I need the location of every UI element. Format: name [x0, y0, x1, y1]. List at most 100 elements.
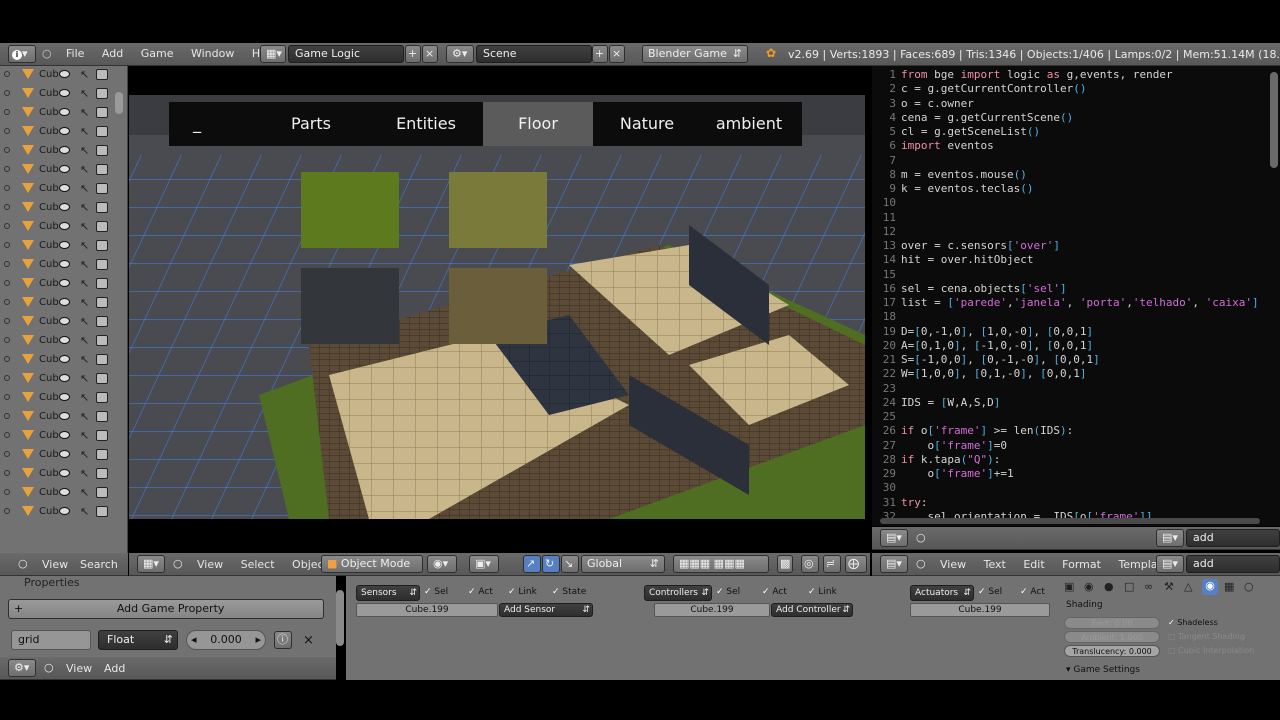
selectable-cursor-icon[interactable]: ↖ — [80, 467, 89, 480]
menu-search[interactable]: Search — [80, 558, 118, 571]
menu-view[interactable]: View — [42, 558, 68, 571]
sensors-dropdown[interactable]: Sensors ⇵ — [356, 585, 420, 601]
add-game-property-button[interactable]: + Add Game Property — [8, 599, 324, 619]
menu-game[interactable]: Game — [141, 47, 174, 60]
code-line[interactable]: o['frame']=0 — [901, 439, 1007, 452]
outliner-row[interactable]: Cub ↖ — [0, 199, 118, 218]
add-controller-dropdown[interactable]: Add Controller ⇵ — [771, 603, 853, 617]
visibility-eye-icon[interactable] — [59, 89, 70, 97]
visibility-eye-icon[interactable] — [59, 469, 70, 477]
render-camera-icon[interactable] — [96, 297, 108, 308]
code-line[interactable]: k = eventos.teclas() — [901, 182, 1033, 195]
collapse-icon[interactable]: ○ — [173, 557, 183, 570]
menu-view[interactable]: View — [940, 558, 966, 571]
menu-edit[interactable]: Edit — [1023, 558, 1044, 571]
editor-type-icon[interactable]: ⚙▾ — [8, 659, 36, 677]
actuators-act-checkbox[interactable]: ✓ Act — [1020, 587, 1045, 597]
controllers-sel-checkbox[interactable]: ✓ Sel — [716, 587, 740, 597]
outliner-row[interactable]: Cub ↖ — [0, 503, 118, 522]
editor-type-icon[interactable]: ▦▾ — [137, 555, 165, 573]
ambient-field[interactable]: Ambient: 1.000 — [1064, 631, 1160, 643]
selectable-cursor-icon[interactable]: ↖ — [80, 163, 89, 176]
add-screen-button[interactable]: + — [405, 45, 421, 63]
menu-file[interactable]: File — [66, 47, 84, 60]
render-camera-icon[interactable] — [96, 278, 108, 289]
shading-section-header[interactable]: Shading — [1066, 600, 1103, 610]
sensors-link-checkbox[interactable]: ✓ Link — [508, 587, 537, 597]
manipulator-rotate-icon[interactable]: ↻ — [542, 555, 560, 573]
shadeless-checkbox[interactable]: ✓ Shadeless — [1168, 618, 1218, 627]
layers-icon[interactable]: ▦▦▦ ▦▦▦ — [673, 555, 769, 573]
selectable-cursor-icon[interactable]: ↖ — [80, 182, 89, 195]
render-camera-icon[interactable] — [96, 259, 108, 270]
text-editor[interactable]: 1 from bge import logic as g,events, rend… — [872, 66, 1280, 526]
emit-field[interactable]: Emit: 0.00 — [1064, 617, 1160, 629]
actuators-object-field[interactable]: Cube.199 — [910, 603, 1050, 617]
code-line[interactable]: A=[0,1,0], [-1,0,-0], [0,0,1] — [901, 339, 1093, 352]
selectable-cursor-icon[interactable]: ↖ — [80, 125, 89, 138]
outliner-row[interactable]: Cub ↖ — [0, 408, 118, 427]
render-camera-icon[interactable] — [96, 316, 108, 327]
selectable-cursor-icon[interactable]: ↖ — [80, 429, 89, 442]
pivot-icon[interactable]: ▣▾ — [469, 555, 499, 573]
scene-icon[interactable]: ⚙▾ — [446, 45, 474, 63]
visibility-eye-icon[interactable] — [59, 70, 70, 78]
code-line[interactable]: sel = cena.objects['sel'] — [901, 282, 1067, 295]
outliner-row[interactable]: Cub ↖ — [0, 370, 118, 389]
selectable-cursor-icon[interactable]: ↖ — [80, 391, 89, 404]
sensors-act-checkbox[interactable]: ✓ Act — [468, 587, 493, 597]
code-line[interactable]: if k.tapa("Q"): — [901, 453, 1000, 466]
code-line[interactable]: o = c.owner — [901, 97, 974, 110]
sensors-object-field[interactable]: Cube.199 — [356, 603, 498, 617]
outliner-row[interactable]: Cub ↖ — [0, 465, 118, 484]
outliner-row[interactable]: Cub ↖ — [0, 351, 118, 370]
visibility-eye-icon[interactable] — [59, 165, 70, 173]
code-line[interactable]: try: — [901, 496, 928, 509]
selectable-cursor-icon[interactable]: ↖ — [80, 201, 89, 214]
collapse-icon[interactable]: ○ — [18, 557, 28, 570]
selectable-cursor-icon[interactable]: ↖ — [80, 372, 89, 385]
selectable-cursor-icon[interactable]: ↖ — [80, 448, 89, 461]
visibility-eye-icon[interactable] — [59, 412, 70, 420]
remove-property-icon[interactable]: × — [303, 633, 314, 648]
outliner-row[interactable]: Cub ↖ — [0, 142, 118, 161]
property-value-field[interactable]: ◂ 0.000 ▸ — [186, 630, 266, 650]
texture-grass-1[interactable] — [301, 172, 399, 248]
snap-target-icon[interactable]: ⨁ — [845, 555, 867, 573]
visibility-eye-icon[interactable] — [59, 108, 70, 116]
property-info-icon[interactable]: ⓘ — [274, 631, 292, 649]
render-camera-icon[interactable] — [96, 411, 108, 422]
manipulator-translate-icon[interactable]: ↗ — [523, 555, 541, 573]
visibility-eye-icon[interactable] — [59, 336, 70, 344]
code-line[interactable]: S=[-1,0,0], [0,-1,-0], [0,0,1] — [901, 353, 1100, 366]
info-editor-button[interactable]: i ▾ — [8, 45, 36, 63]
code-line[interactable]: from bge import logic as g,events, rende… — [901, 68, 1173, 81]
expand-icon[interactable] — [4, 299, 10, 305]
visibility-eye-icon[interactable] — [59, 298, 70, 306]
translucency-field[interactable]: Translucency: 0.000 — [1064, 645, 1160, 657]
render-camera-icon[interactable] — [96, 468, 108, 479]
properties-scrollbar[interactable] — [336, 590, 344, 646]
outliner-row[interactable]: Cub ↖ — [0, 180, 118, 199]
visibility-eye-icon[interactable] — [59, 260, 70, 268]
text-datablock-icon-2[interactable]: ▤▾ — [1156, 555, 1184, 573]
visibility-eye-icon[interactable] — [59, 317, 70, 325]
visibility-eye-icon[interactable] — [59, 488, 70, 496]
lock-layers-icon[interactable]: ▩ — [777, 555, 793, 573]
controllers-act-checkbox[interactable]: ✓ Act — [762, 587, 787, 597]
expand-icon[interactable] — [4, 280, 10, 286]
orientation-dropdown[interactable]: Global ⇵ — [581, 555, 665, 573]
editor-hscrollbar[interactable] — [880, 518, 1260, 524]
tab-underscore[interactable]: _ — [175, 102, 219, 146]
expand-icon[interactable] — [4, 128, 10, 134]
selectable-cursor-icon[interactable]: ↖ — [80, 87, 89, 100]
expand-icon[interactable] — [4, 318, 10, 324]
controllers-link-checkbox[interactable]: ✓ Link — [808, 587, 837, 597]
screen-layout-icon[interactable]: ▦▾ — [260, 45, 286, 63]
render-camera-icon[interactable] — [96, 126, 108, 137]
outliner-row[interactable]: Cub ↖ — [0, 256, 118, 275]
selectable-cursor-icon[interactable]: ↖ — [80, 410, 89, 423]
property-name-field[interactable]: grid — [11, 630, 91, 650]
editor-scrollbar[interactable] — [1270, 72, 1278, 168]
code-line[interactable]: D=[0,-1,0], [1,0,-0], [0,0,1] — [901, 325, 1093, 338]
